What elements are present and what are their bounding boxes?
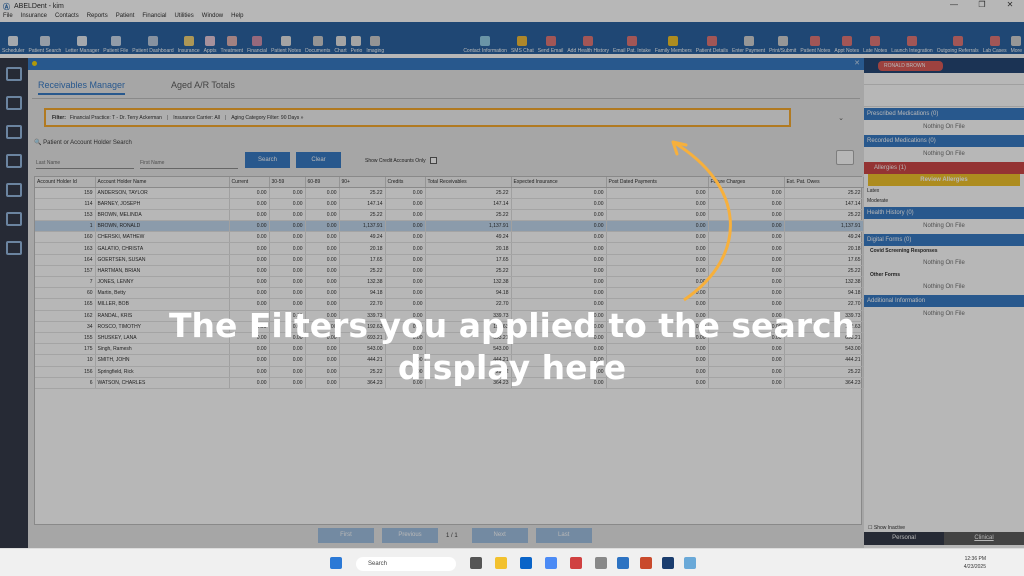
app-icon[interactable] [662,557,674,569]
file-explorer-icon[interactable] [495,557,507,569]
app-icon[interactable] [684,557,696,569]
system-clock[interactable]: 12:36 PM 4/23/2025 [964,555,986,571]
app-icon[interactable] [595,557,607,569]
outlook-icon[interactable] [520,557,532,569]
chrome-icon[interactable] [545,557,557,569]
task-view-icon[interactable] [470,557,482,569]
abeldent-icon[interactable] [617,557,629,569]
clock-date: 4/23/2025 [963,564,986,570]
clock-time: 12:36 PM [964,556,986,562]
notifications-app-icon[interactable] [570,557,582,569]
windows-taskbar: Search 12:36 PM 4/23/2025 [0,548,1024,576]
powerpoint-icon[interactable] [640,557,652,569]
start-icon[interactable] [330,557,342,569]
tutorial-caption: The Filters you applied to the search di… [168,306,856,387]
callout-arrow-icon [671,140,732,302]
taskbar-search[interactable]: Search [356,557,456,571]
